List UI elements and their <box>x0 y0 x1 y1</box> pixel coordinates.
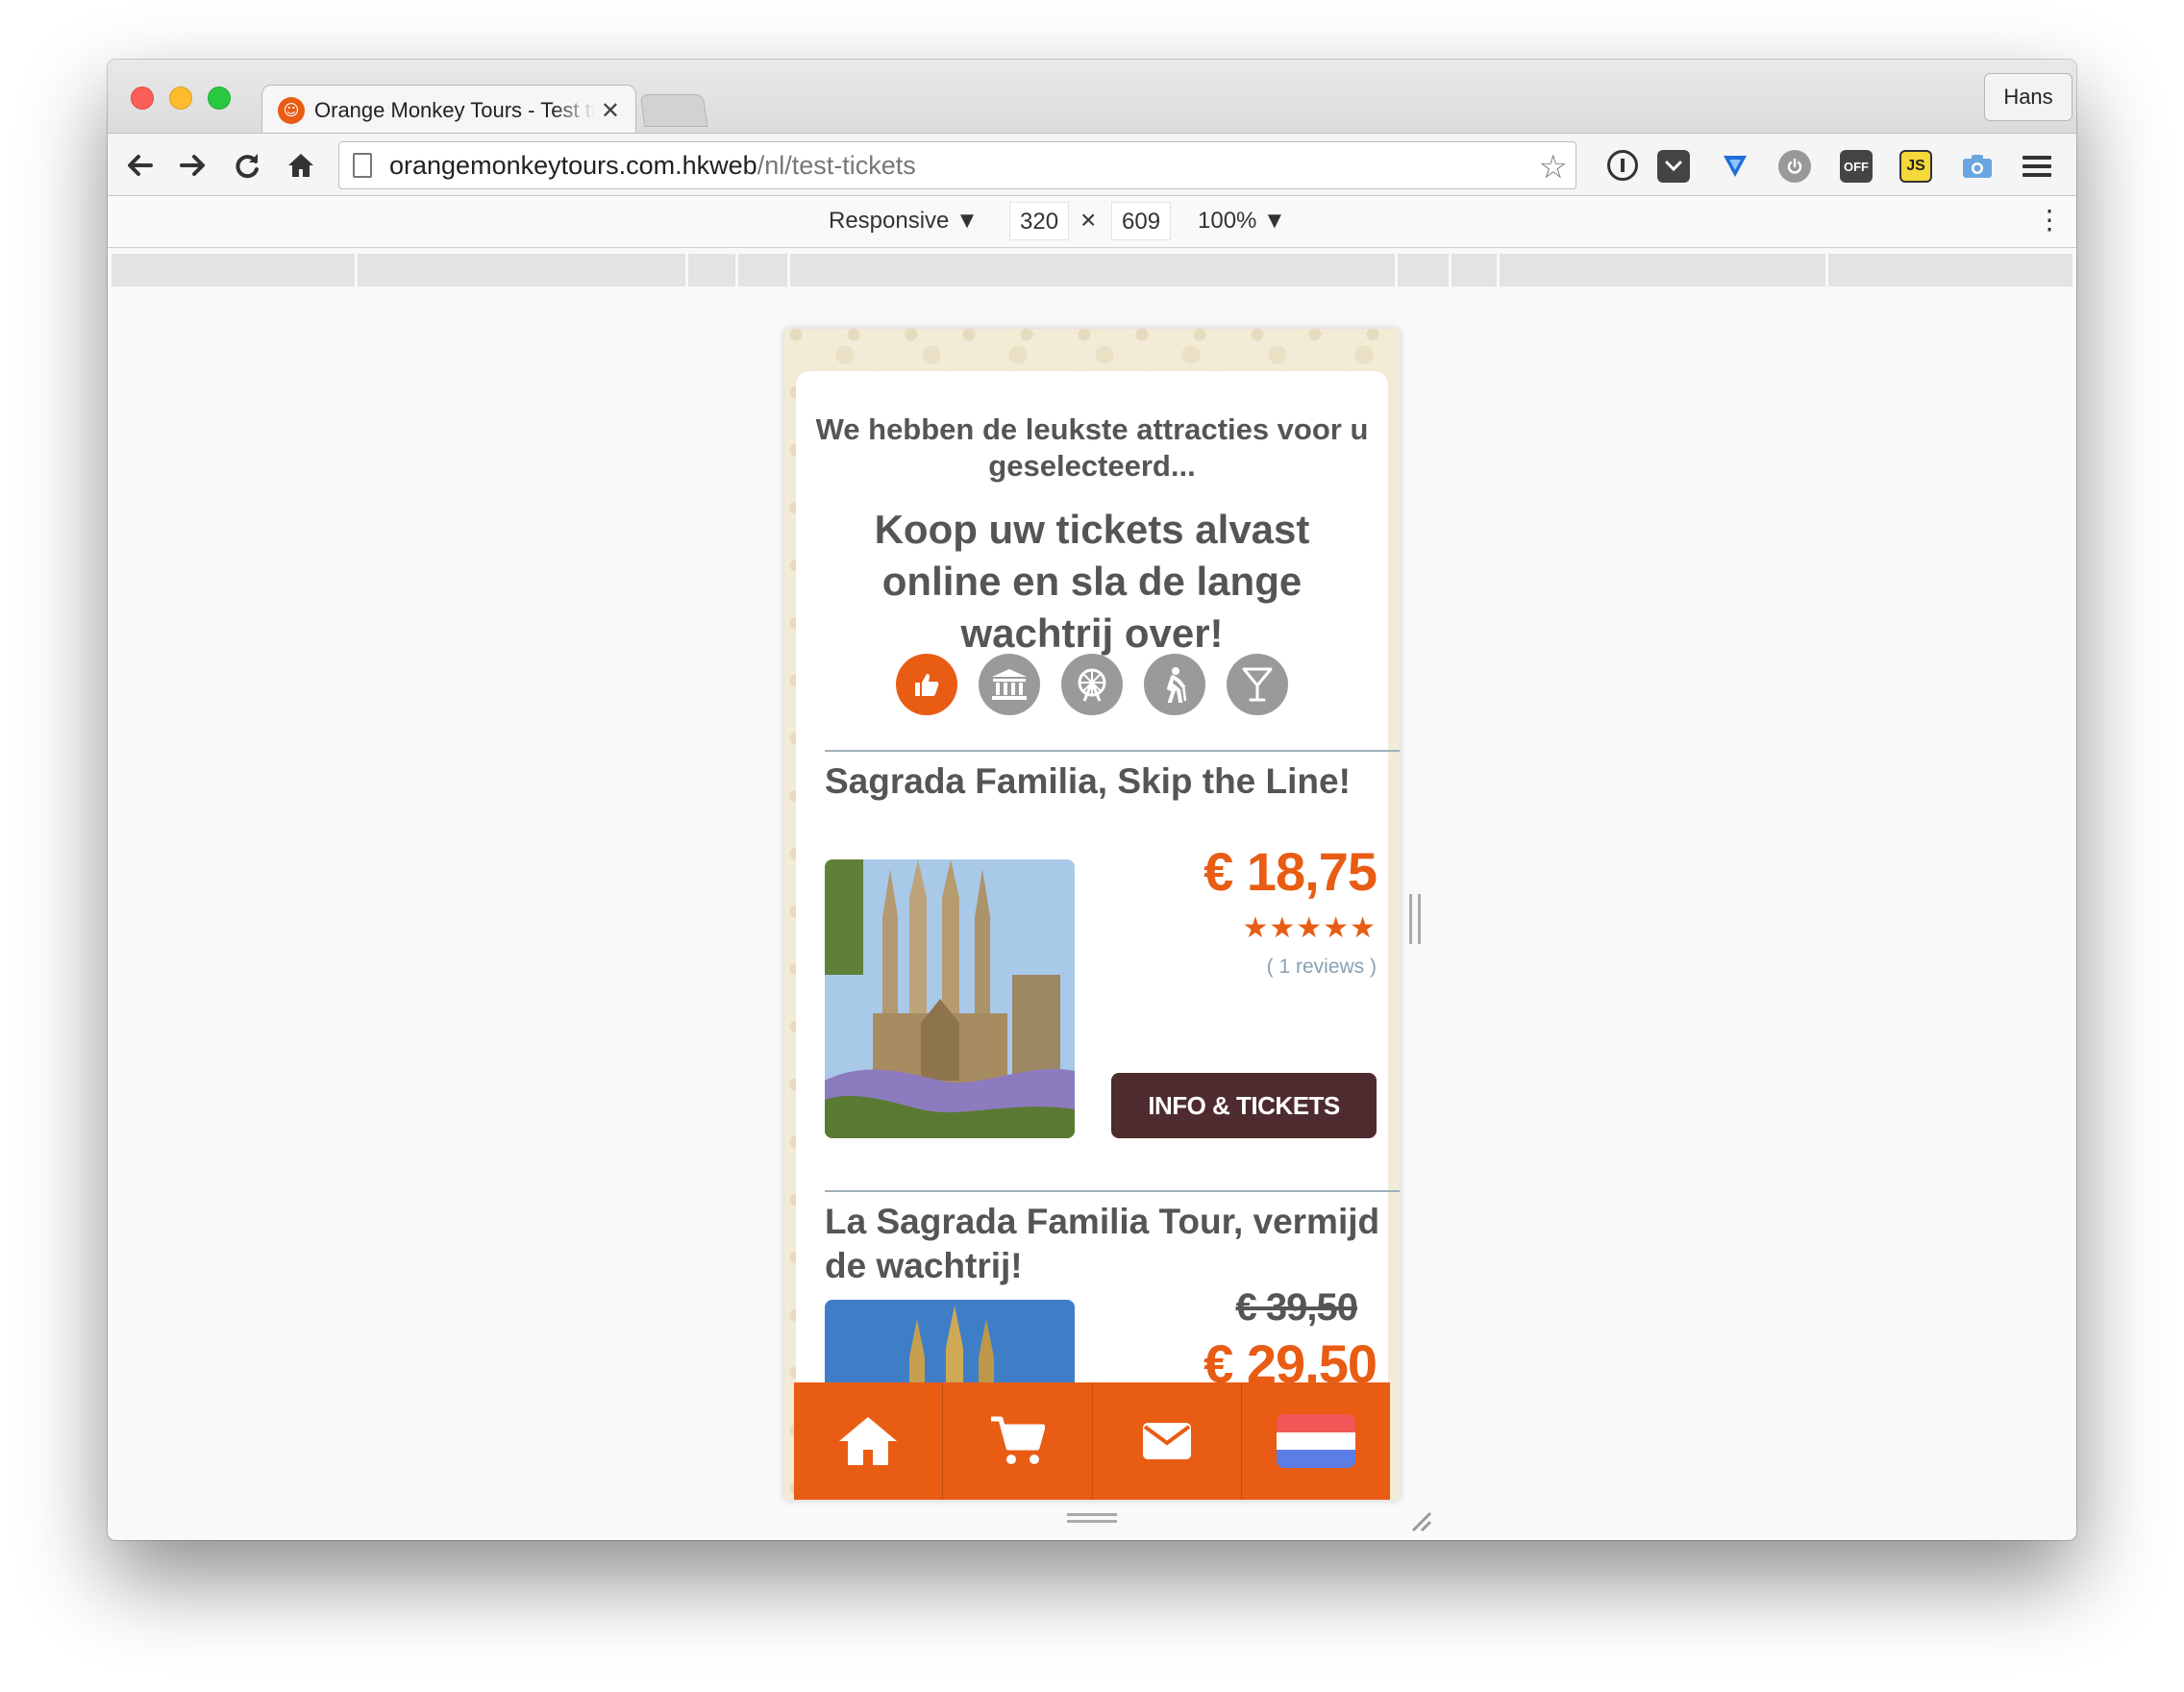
tab-title: Orange Monkey Tours - Test tickets <box>314 97 595 122</box>
bookmark-star-icon[interactable]: ☆ <box>1539 148 1568 187</box>
home-icon <box>839 1417 898 1465</box>
reload-icon[interactable] <box>229 147 265 184</box>
tab-close-icon[interactable]: ✕ <box>601 97 620 124</box>
viewport-height-input[interactable]: 609 <box>1111 202 1172 240</box>
vpn-icon[interactable] <box>1719 150 1751 183</box>
mail-icon <box>1142 1423 1191 1459</box>
category-filter <box>796 654 1388 715</box>
browser-window: ☺ Orange Monkey Tours - Test tickets ✕ H… <box>108 60 2076 1540</box>
minimize-window-button[interactable] <box>169 87 192 110</box>
url-text[interactable]: orangemonkeytours.com.hkweb/nl/test-tick… <box>389 151 916 181</box>
new-tab-button[interactable] <box>639 94 708 127</box>
product-price: € 18,75 <box>1204 841 1377 902</box>
sagrada-familia-image[interactable] <box>825 859 1075 1138</box>
more-options-icon[interactable]: ⋮ <box>2036 204 2063 236</box>
cocktail-icon[interactable] <box>1227 654 1288 715</box>
product-title[interactable]: La Sagrada Familia Tour, vermijd de wach… <box>825 1200 1400 1288</box>
nav-language[interactable] <box>1242 1382 1390 1500</box>
off-icon[interactable]: OFF <box>1840 150 1873 183</box>
monkey-favicon-icon: ☺ <box>278 96 305 124</box>
ferris-wheel-icon[interactable] <box>1061 654 1123 715</box>
browser-toolbar: orangemonkeytours.com.hkweb/nl/test-tick… <box>108 133 2076 196</box>
zoom-dropdown[interactable]: 100% ▼ <box>1198 208 1286 235</box>
nav-contact[interactable] <box>1093 1382 1242 1500</box>
pocket-icon[interactable] <box>1657 150 1690 183</box>
product-title[interactable]: Sagrada Familia, Skip the Line! <box>825 759 1400 804</box>
old-price: € 39,50 <box>1235 1286 1358 1329</box>
thumbs-up-icon[interactable] <box>896 654 957 715</box>
media-query-bar[interactable] <box>112 254 2072 286</box>
language-flag-nl[interactable] <box>1276 1414 1355 1468</box>
viewport-width-input[interactable]: 320 <box>1009 202 1070 240</box>
page-headline: Koop uw tickets alvast online en sla de … <box>874 507 1310 656</box>
reviews-count[interactable]: ( 1 reviews ) <box>1267 956 1377 979</box>
profile-button[interactable]: Hans <box>1984 73 2072 121</box>
nav-cart[interactable] <box>943 1382 1093 1500</box>
1password-icon[interactable] <box>1607 150 1638 181</box>
rating-stars: ★★★★★ <box>1242 911 1377 945</box>
section-divider <box>825 750 1400 752</box>
camera-icon[interactable] <box>1961 150 1994 183</box>
museum-icon[interactable] <box>979 654 1040 715</box>
device-toolbar: Responsive ▼ 320 × 609 100% ▼ ⋮ <box>108 196 2076 248</box>
js-icon[interactable]: JS <box>1899 150 1932 183</box>
zoom-window-button[interactable] <box>208 87 231 110</box>
responsive-dropdown[interactable]: Responsive ▼ <box>829 208 979 235</box>
viewport-resize-handle-right[interactable] <box>1409 894 1421 944</box>
cart-icon <box>991 1416 1046 1464</box>
intro-text: We hebben de leukste attracties voor u g… <box>815 412 1369 483</box>
section-divider <box>825 1190 1400 1192</box>
back-arrow-icon[interactable] <box>121 147 158 184</box>
close-window-button[interactable] <box>131 87 154 110</box>
browser-tab[interactable]: ☺ Orange Monkey Tours - Test tickets ✕ <box>261 85 636 135</box>
address-bar[interactable]: orangemonkeytours.com.hkweb/nl/test-tick… <box>338 141 1576 189</box>
viewport-resize-handle-bottom[interactable] <box>1067 1513 1117 1523</box>
device-viewport: We hebben de leukste attracties voor u g… <box>784 329 1400 1500</box>
dimension-separator: × <box>1080 205 1097 235</box>
title-bar: ☺ Orange Monkey Tours - Test tickets ✕ H… <box>108 60 2076 135</box>
bottom-navigation <box>794 1382 1390 1500</box>
menu-icon[interactable] <box>2021 150 2053 183</box>
power-icon[interactable] <box>1778 150 1811 183</box>
forward-arrow-icon[interactable] <box>175 147 211 184</box>
info-tickets-button[interactable]: INFO & TICKETS <box>1111 1073 1377 1138</box>
home-icon[interactable] <box>283 147 319 184</box>
viewport-resize-corner[interactable] <box>1409 1509 1432 1532</box>
page-icon <box>353 153 372 178</box>
content-card: We hebben de leukste attracties voor u g… <box>796 371 1400 1500</box>
nav-home[interactable] <box>794 1382 944 1500</box>
walking-tour-icon[interactable] <box>1144 654 1205 715</box>
